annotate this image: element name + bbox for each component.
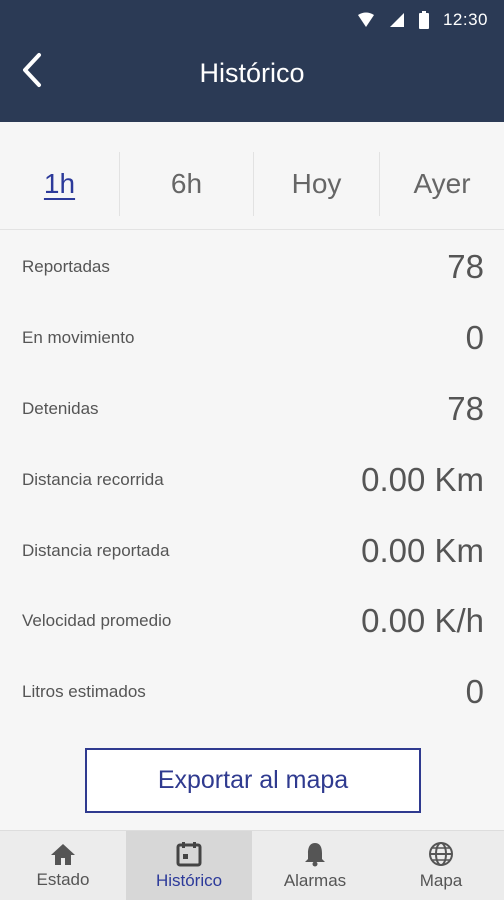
- battery-icon: [418, 11, 429, 29]
- stat-label: Detenidas: [22, 398, 99, 418]
- time-range-tabs: 1h 6h Hoy Ayer: [0, 138, 504, 230]
- globe-icon: [428, 841, 454, 867]
- page-title: Histórico: [199, 58, 305, 88]
- nav-item-alarmas[interactable]: Alarmas: [252, 831, 378, 900]
- stat-label: Reportadas: [22, 257, 110, 277]
- stat-row-en-movimiento: En movimiento 0: [0, 303, 504, 374]
- nav-label: Mapa: [419, 870, 463, 890]
- stat-value: 0.00 Km: [361, 460, 484, 498]
- status-bar: 12:30: [0, 0, 504, 40]
- nav-label: Alarmas: [283, 870, 347, 890]
- stat-row-velocidad-promedio: Velocidad promedio 0.00 K/h: [0, 586, 504, 657]
- stat-row-litros-estimados: Litros estimados 0: [0, 657, 504, 728]
- nav-label: Estado: [36, 869, 90, 889]
- nav-item-historico[interactable]: Histórico: [126, 831, 252, 900]
- stat-value: 0.00 Km: [361, 531, 484, 569]
- signal-icon: [389, 12, 405, 28]
- nav-label: Histórico: [155, 870, 223, 890]
- stat-label: Distancia reportada: [22, 540, 170, 560]
- stat-row-distancia-reportada: Distancia reportada 0.00 Km: [0, 515, 504, 586]
- stat-row-reportadas: Reportadas 78: [0, 232, 504, 303]
- stat-value: 0: [465, 673, 484, 711]
- stat-label: Litros estimados: [22, 682, 146, 702]
- tab-1h[interactable]: 1h: [0, 151, 120, 216]
- stat-value: 78: [447, 389, 484, 427]
- nav-item-mapa[interactable]: Mapa: [378, 831, 504, 900]
- tab-ayer[interactable]: Ayer: [380, 152, 504, 216]
- stat-row-detenidas: Detenidas 78: [0, 374, 504, 445]
- tab-6h[interactable]: 6h: [120, 151, 254, 216]
- home-icon: [50, 842, 76, 866]
- app-header: Histórico: [0, 40, 504, 122]
- wifi-icon: [357, 12, 375, 28]
- stat-row-distancia-recorrida: Distancia recorrida 0.00 Km: [0, 444, 504, 515]
- stat-value: 0: [465, 319, 484, 357]
- stats-list: Reportadas 78 En movimiento 0 Detenidas …: [0, 232, 504, 728]
- calendar-icon: [176, 841, 202, 867]
- nav-item-estado[interactable]: Estado: [0, 831, 126, 900]
- status-time: 12:30: [442, 10, 488, 29]
- stat-value: 78: [447, 248, 484, 286]
- export-to-map-button[interactable]: Exportar al mapa: [85, 748, 421, 813]
- stat-label: En movimiento: [22, 328, 135, 348]
- bell-icon: [303, 841, 327, 867]
- stat-label: Distancia recorrida: [22, 469, 164, 489]
- stat-label: Velocidad promedio: [22, 611, 172, 631]
- bottom-nav: Estado Histórico Alarmas Mapa: [0, 830, 504, 900]
- tab-hoy[interactable]: Hoy: [254, 151, 380, 216]
- stat-value: 0.00 K/h: [361, 602, 484, 640]
